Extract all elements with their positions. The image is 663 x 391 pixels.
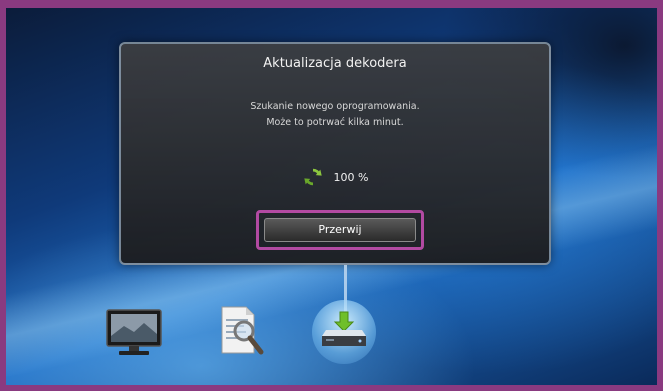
bottom-icon-bar [6,8,657,385]
tv-screen: Aktualizacja dekodera Szukanie nowego op… [6,8,657,385]
tv-icon[interactable] [104,306,164,358]
document-search-icon[interactable] [216,303,266,359]
set-top-box-icon [322,311,366,346]
set-top-box-download-icon[interactable] [312,300,376,364]
